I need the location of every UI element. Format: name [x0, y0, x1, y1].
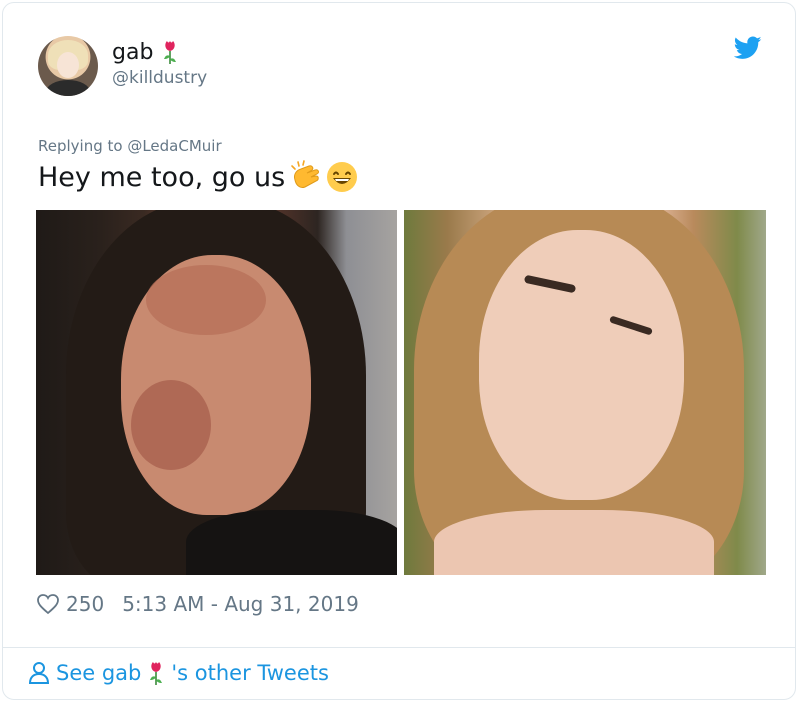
see-other-prefix[interactable]: See gab [56, 661, 141, 685]
author-handle[interactable]: @killdustry [112, 68, 207, 88]
footer-divider [2, 647, 796, 648]
user-icon [28, 662, 50, 684]
photo-right-chest [434, 510, 714, 575]
author-avatar[interactable] [38, 36, 98, 96]
photo-after[interactable] [404, 210, 766, 575]
avatar-face [57, 52, 79, 78]
tweet-timestamp[interactable]: 5:13 AM - Aug 31, 2019 [122, 592, 359, 616]
like-count[interactable]: 250 [66, 592, 104, 616]
photo-left-forehead [146, 265, 266, 335]
replying-to[interactable]: Replying to @LedaCMuir [38, 137, 222, 155]
tweet-text: Hey me too, go us [38, 161, 286, 193]
grinning-face-icon [327, 162, 358, 192]
rose-emoji-icon [164, 41, 177, 64]
author-name-row[interactable]: gab [112, 38, 179, 66]
tweet-text-row: Hey me too, go us [38, 160, 359, 194]
rose-emoji-icon [150, 662, 163, 685]
tweet-footer: 250 5:13 AM - Aug 31, 2019 [36, 590, 359, 618]
avatar-shirt [46, 80, 90, 96]
see-other-tweets-link[interactable]: See gab 's other Tweets [28, 660, 329, 686]
heart-icon[interactable] [36, 593, 60, 615]
see-other-suffix[interactable]: 's other Tweets [171, 661, 329, 685]
twitter-bird-icon[interactable] [734, 36, 762, 60]
author-name[interactable]: gab [112, 40, 153, 65]
photo-left-cheek [131, 380, 211, 470]
photo-right-face [479, 230, 684, 500]
clapping-hands-icon [291, 160, 320, 188]
photo-before[interactable] [36, 210, 397, 575]
photo-left-shirt [186, 510, 397, 575]
